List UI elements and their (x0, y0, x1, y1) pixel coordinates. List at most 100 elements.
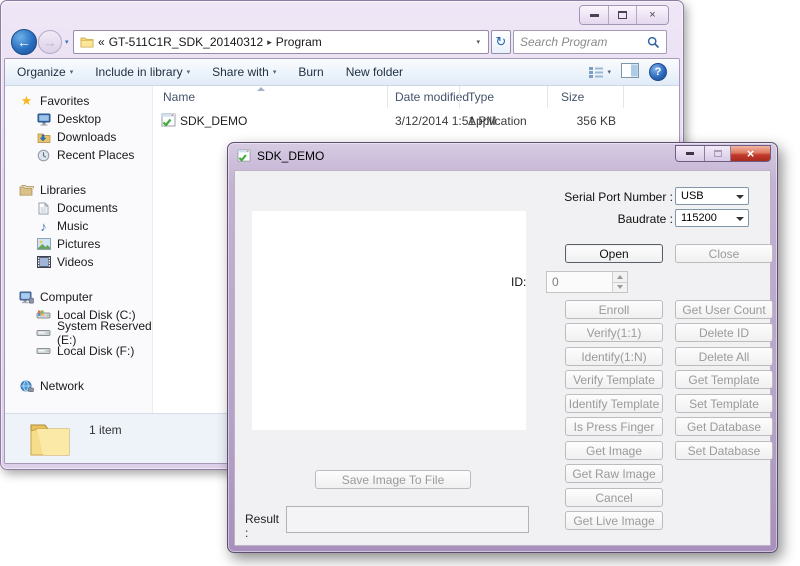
sidebar-label: System Reserved (E:) (57, 319, 152, 347)
new-folder-button[interactable]: New folder (346, 65, 403, 79)
column-header-size[interactable]: Size (561, 90, 584, 104)
recent-pages-dropdown[interactable]: ▾ (65, 38, 69, 46)
verify-template-button[interactable]: Verify Template (565, 370, 663, 389)
sidebar-label: Desktop (57, 112, 101, 126)
enroll-button[interactable]: Enroll (565, 300, 663, 319)
chevron-down-icon: ▾ (70, 68, 74, 76)
sidebar-item-system-reserved-e[interactable]: System Reserved (E:) (5, 324, 152, 342)
organize-menu[interactable]: Organize ▾ (17, 65, 73, 79)
baudrate-select[interactable]: 115200 (675, 209, 749, 227)
sidebar-section-computer[interactable]: Computer (5, 288, 152, 306)
get-live-image-button[interactable]: Get Live Image (565, 511, 663, 530)
verify-1-1-button[interactable]: Verify(1:1) (565, 323, 663, 342)
sidebar-item-documents[interactable]: Documents (5, 199, 152, 217)
minimize-button[interactable] (580, 6, 608, 24)
include-in-library-menu[interactable]: Include in library▾ (95, 65, 190, 79)
chevron-down-icon: ▾ (187, 68, 191, 76)
spinner-down-button[interactable] (613, 282, 627, 293)
set-database-button[interactable]: Set Database (675, 441, 773, 460)
breadcrumb-folder-current[interactable]: Program (276, 35, 322, 49)
cancel-button[interactable]: Cancel (565, 488, 663, 507)
close-button[interactable]: × (636, 6, 668, 24)
breadcrumb-folder[interactable]: GT-511C1R_SDK_20140312 (109, 35, 264, 49)
new-folder-label: New folder (346, 65, 403, 79)
get-template-button[interactable]: Get Template (675, 370, 773, 389)
identify-template-button[interactable]: Identify Template (565, 394, 663, 413)
delete-id-button[interactable]: Delete ID (675, 323, 773, 342)
sidebar-section-libraries[interactable]: Libraries (5, 181, 152, 199)
change-view-button[interactable]: ▾ (588, 66, 611, 79)
spinner-up-button[interactable] (613, 272, 627, 282)
file-row-sdk-demo[interactable]: SDK_DEMO 3/12/2014 1:51 PM Application 3… (153, 112, 679, 132)
sidebar-item-videos[interactable]: Videos (5, 253, 152, 271)
address-bar-row: ← → ▾ « GT-511C1R_SDK_20140312 ▸ Program… (1, 29, 683, 55)
column-header-date-modified[interactable]: Date modified (395, 90, 469, 104)
id-spinner[interactable]: 0 (546, 271, 628, 293)
sidebar-section-network[interactable]: Network (5, 377, 152, 395)
file-type: Application (468, 114, 527, 128)
organize-label: Organize (17, 65, 66, 79)
path-overflow-icon[interactable]: « (98, 35, 105, 49)
column-divider[interactable] (387, 86, 388, 108)
downloads-icon (36, 130, 51, 144)
maximize-button[interactable] (608, 6, 636, 24)
breadcrumb[interactable]: « GT-511C1R_SDK_20140312 ▸ Program ▾ (73, 30, 489, 54)
help-button[interactable]: ? (649, 63, 667, 81)
column-divider[interactable] (623, 86, 624, 108)
sdk-demo-dialog: SDK_DEMO × Serial Port Number : USB Baud… (227, 142, 778, 553)
sidebar-label: Music (57, 219, 88, 233)
close-port-button[interactable]: Close (675, 244, 773, 263)
arrow-up-icon (617, 275, 623, 279)
hard-drive-icon (36, 344, 51, 358)
get-database-button[interactable]: Get Database (675, 417, 773, 436)
preview-pane-button[interactable] (621, 63, 639, 81)
refresh-button[interactable]: ↻ (491, 30, 511, 54)
identify-1-n-button[interactable]: Identify(1:N) (565, 347, 663, 366)
share-with-menu[interactable]: Share with▾ (212, 65, 276, 79)
back-arrow-icon: ← (17, 34, 31, 50)
burn-label: Burn (298, 65, 323, 79)
get-user-count-button[interactable]: Get User Count (675, 300, 773, 319)
minimize-button[interactable] (676, 146, 704, 161)
result-label: Result : (245, 512, 285, 540)
forward-button[interactable]: → (38, 30, 62, 54)
navigation-pane: ★ Favorites Desktop Downloads Recent Pla… (5, 86, 153, 413)
sidebar-label: Videos (57, 255, 93, 269)
chevron-down-icon: ▾ (607, 68, 611, 76)
sidebar-section-favorites[interactable]: ★ Favorites (5, 92, 152, 110)
libraries-icon (19, 183, 34, 197)
column-header-name[interactable]: Name (163, 90, 195, 104)
column-divider[interactable] (547, 86, 548, 108)
videos-icon (36, 255, 51, 269)
dialog-caption-buttons: × (675, 145, 771, 162)
set-template-button[interactable]: Set Template (675, 394, 773, 413)
serial-port-select[interactable]: USB (675, 187, 749, 205)
chevron-down-icon: ▾ (65, 39, 69, 46)
sidebar-item-local-disk-f[interactable]: Local Disk (F:) (5, 342, 152, 360)
column-divider[interactable] (459, 86, 460, 108)
burn-button[interactable]: Burn (298, 65, 323, 79)
back-button[interactable]: ← (11, 29, 37, 55)
network-icon (19, 379, 34, 393)
file-size: 356 KB (548, 114, 616, 128)
address-dropdown-button[interactable]: ▾ (476, 38, 482, 46)
column-header-type[interactable]: Type (468, 90, 494, 104)
save-image-to-file-button[interactable]: Save Image To File (315, 470, 471, 489)
open-button[interactable]: Open (565, 244, 663, 263)
sidebar-label: Documents (57, 201, 118, 215)
is-press-finger-button[interactable]: Is Press Finger (565, 417, 663, 436)
sidebar-item-pictures[interactable]: Pictures (5, 235, 152, 253)
sidebar-item-desktop[interactable]: Desktop (5, 110, 152, 128)
get-raw-image-button[interactable]: Get Raw Image (565, 464, 663, 483)
dialog-title-bar[interactable]: SDK_DEMO (237, 149, 324, 163)
sidebar-item-music[interactable]: ♪ Music (5, 217, 152, 235)
close-button[interactable]: × (730, 146, 770, 161)
delete-all-button[interactable]: Delete All (675, 347, 773, 366)
sidebar-label: Libraries (40, 183, 86, 197)
application-icon (237, 149, 251, 163)
sidebar-item-recent-places[interactable]: Recent Places (5, 146, 152, 164)
search-input[interactable]: Search Program (513, 30, 667, 54)
get-image-button[interactable]: Get Image (565, 441, 663, 460)
maximize-button[interactable] (704, 146, 730, 161)
sidebar-item-downloads[interactable]: Downloads (5, 128, 152, 146)
